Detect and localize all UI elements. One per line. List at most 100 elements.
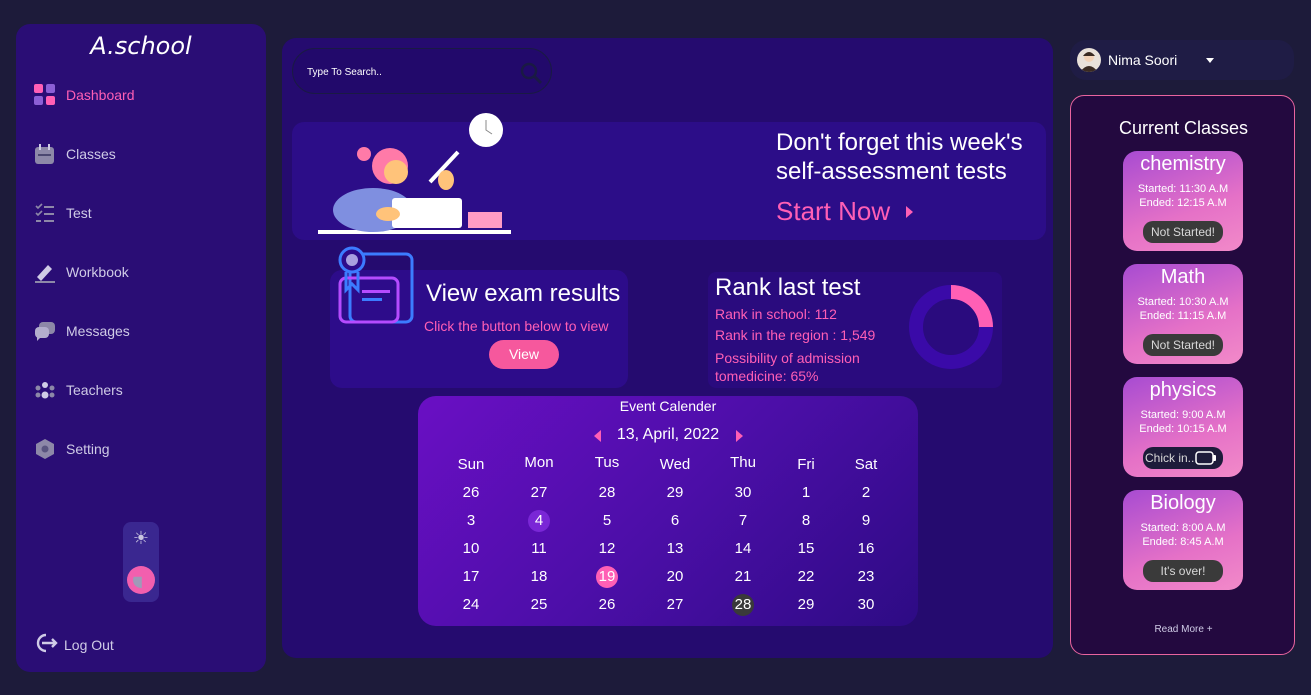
calendar-weekday: Thu	[730, 454, 756, 471]
calendar-current-date: 13, April, 2022	[616, 426, 720, 443]
class-card[interactable]: physics Started: 9:00 A.M Ended: 10:15 A…	[1123, 377, 1243, 477]
calendar-weekday: Tus	[594, 454, 620, 471]
calendar-weekday: Fri	[797, 456, 815, 473]
logout-icon	[34, 632, 58, 657]
calendar-day[interactable]: 25	[522, 594, 556, 616]
check-in-button[interactable]: Chick in...	[1143, 447, 1223, 469]
calendar-day[interactable]: 9	[849, 510, 883, 532]
sidebar-item-label: Workbook	[66, 264, 129, 280]
exam-results-title: View exam results	[426, 280, 621, 307]
current-classes-panel: Current Classes chemistry Started: 11:30…	[1070, 95, 1295, 655]
sidebar-item-messages[interactable]: Messages	[34, 320, 130, 342]
checklist-icon	[34, 202, 56, 224]
sidebar-item-dashboard[interactable]: Dashboard	[34, 84, 135, 106]
calendar-day[interactable]: 12	[590, 538, 624, 560]
calendar-weekday: Sun	[457, 456, 485, 473]
calendar-day[interactable]: 7	[726, 510, 760, 532]
self-assessment-banner: Don't forget this week's self-assessment…	[292, 113, 1046, 240]
rank-region: Rank in the region : 1,549	[715, 327, 876, 343]
calendar-weekday: Wed	[659, 456, 691, 473]
class-started: Started: 8:00 A.M	[1140, 522, 1226, 534]
sidebar-item-setting[interactable]: Setting	[34, 438, 110, 460]
calendar-weekday: Mon	[524, 454, 554, 471]
calendar-day[interactable]: 5	[590, 510, 624, 532]
view-button[interactable]: View	[489, 340, 559, 369]
rank-title: Rank last test	[715, 274, 861, 301]
rank-card: Rank last test Rank in school: 112 Rank …	[708, 272, 1002, 388]
class-status-badge: It's over!	[1143, 560, 1223, 582]
class-name: Math	[1160, 266, 1206, 288]
student-illustration	[318, 113, 511, 234]
calendar-day[interactable]: 30	[726, 482, 760, 504]
calendar-day[interactable]: 28	[590, 482, 624, 504]
banner-title: Don't forget this week's self-assessment…	[776, 129, 1023, 185]
chevron-down-icon[interactable]	[1206, 58, 1214, 63]
calendar-day[interactable]: 23	[849, 566, 883, 588]
calendar-day[interactable]: 24	[454, 594, 488, 616]
class-name: Biology	[1150, 492, 1216, 514]
class-ended: Ended: 10:15 A.M	[1139, 423, 1227, 435]
event-calendar: Event Calender 13, April, 2022 Sun Mon Tus…	[418, 396, 918, 626]
calendar-day[interactable]: 26	[454, 482, 488, 504]
start-now-label: Start Now	[776, 196, 891, 226]
calendar-day[interactable]: 1	[789, 482, 823, 504]
gear-icon	[34, 438, 56, 460]
calendar-day[interactable]: 3	[454, 510, 488, 532]
class-card[interactable]: Math Started: 10:30 A.M Ended: 11:15 A.M…	[1123, 264, 1243, 364]
sidebar-item-workbook[interactable]: Workbook	[34, 261, 129, 283]
class-ended: Ended: 11:15 A.M	[1139, 310, 1227, 322]
start-now-button[interactable]: Start Now	[776, 196, 914, 227]
calendar-next-button[interactable]	[736, 430, 743, 442]
read-more-link[interactable]: Read More +	[1071, 624, 1296, 635]
sidebar-item-label: Test	[66, 205, 92, 221]
sun-icon[interactable]: ☀	[131, 528, 151, 548]
search-icon[interactable]	[519, 61, 543, 85]
calendar-day[interactable]: 14	[726, 538, 760, 560]
sidebar-item-teachers[interactable]: Teachers	[34, 379, 123, 401]
calendar-day[interactable]: 29	[658, 482, 692, 504]
theme-toggle[interactable]: ☀	[123, 522, 159, 602]
class-card[interactable]: chemistry Started: 11:30 A.M Ended: 12:1…	[1123, 151, 1243, 251]
calendar-day[interactable]: 11	[522, 538, 556, 560]
search-input[interactable]	[307, 63, 507, 81]
sidebar-item-test[interactable]: Test	[34, 202, 92, 224]
calendar-day[interactable]: 26	[590, 594, 624, 616]
calendar-day[interactable]: 10	[454, 538, 488, 560]
dashboard-icon	[34, 84, 56, 106]
calendar-day[interactable]: 21	[726, 566, 760, 588]
moon-icon[interactable]	[127, 566, 155, 594]
calendar-day[interactable]: 2	[849, 482, 883, 504]
main-panel: Don't forget this week's self-assessment…	[282, 38, 1053, 658]
calendar-day[interactable]: 6	[658, 510, 692, 532]
class-name: chemistry	[1140, 153, 1226, 175]
profile-menu[interactable]: Nima Soori	[1070, 40, 1294, 80]
certificate-icon	[338, 246, 414, 324]
app-logo: A.school	[90, 32, 192, 60]
calendar-day[interactable]: 16	[849, 538, 883, 560]
calendar-day[interactable]: 22	[789, 566, 823, 588]
calendar-day[interactable]: 18	[522, 566, 556, 588]
people-icon	[34, 379, 56, 401]
sidebar: A.school Dashboard Classes Test Workbook…	[16, 24, 266, 672]
calendar-day[interactable]: 8	[789, 510, 823, 532]
calendar-day[interactable]: 17	[454, 566, 488, 588]
calendar-day[interactable]: 19	[596, 566, 618, 588]
battery-icon	[1195, 451, 1216, 465]
calendar-day[interactable]: 29	[789, 594, 823, 616]
class-name: physics	[1149, 379, 1217, 401]
rank-admission-line2: tomedicine: 65%	[715, 368, 819, 384]
calendar-day[interactable]: 30	[849, 594, 883, 616]
logout-button[interactable]: Log Out	[34, 632, 114, 657]
class-started: Started: 11:30 A.M	[1137, 183, 1229, 195]
calendar-day[interactable]: 13	[658, 538, 692, 560]
calendar-day[interactable]: 20	[658, 566, 692, 588]
calendar-day[interactable]: 4	[528, 510, 550, 532]
calendar-day[interactable]: 15	[789, 538, 823, 560]
sidebar-item-classes[interactable]: Classes	[34, 143, 116, 165]
calendar-day[interactable]: 27	[522, 482, 556, 504]
class-card[interactable]: Biology Started: 8:00 A.M Ended: 8:45 A.…	[1123, 490, 1243, 590]
calendar-day[interactable]: 27	[658, 594, 692, 616]
calendar-day[interactable]: 28	[732, 594, 754, 616]
exam-results-subtitle: Click the button below to view	[424, 318, 609, 334]
rank-progress-arc	[950, 285, 993, 328]
